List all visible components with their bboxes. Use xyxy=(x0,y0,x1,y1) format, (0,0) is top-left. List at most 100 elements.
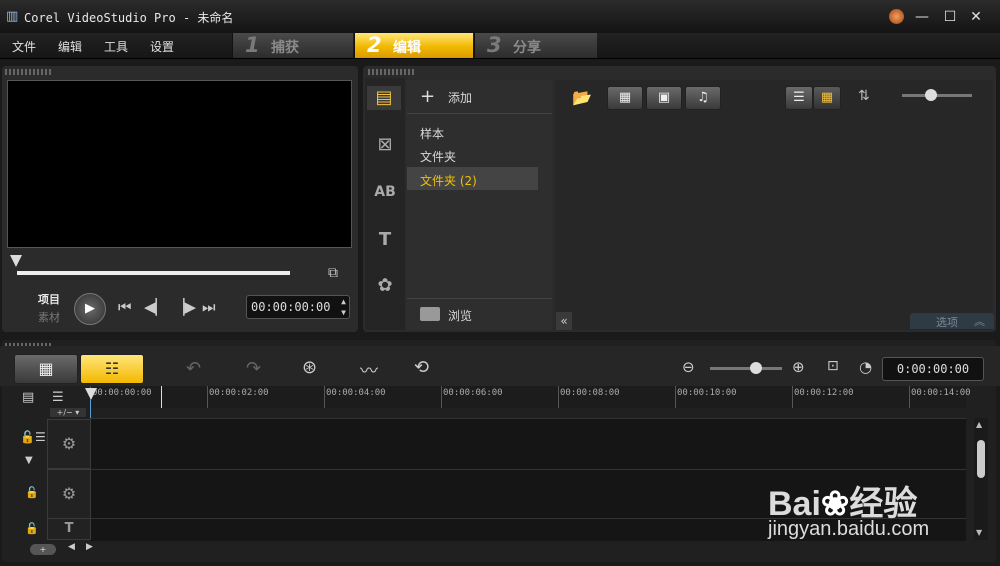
go-to-end-icon[interactable]: ⏭ xyxy=(202,298,216,316)
record-capture-icon[interactable]: ⊛ xyxy=(302,357,317,378)
next-frame-icon[interactable]: ▕▶ xyxy=(173,298,196,316)
ruler-label: 00:00:12:00 xyxy=(794,388,854,398)
filter-icon[interactable]: ✿ xyxy=(371,274,399,298)
track-manager-icon[interactable]: ▤ xyxy=(22,390,34,405)
scrollbar-thumb[interactable] xyxy=(977,440,985,478)
step-tab-edit-label: 编辑 xyxy=(393,40,421,56)
video-track-header-icon[interactable]: ⚙ xyxy=(47,419,91,469)
show-audio-button[interactable]: ♫ xyxy=(685,86,721,110)
plus-icon[interactable]: + xyxy=(420,86,435,107)
filmstrip-icon: ▦ xyxy=(618,90,632,105)
menu-edit[interactable]: 编辑 xyxy=(58,38,82,55)
orb-icon[interactable] xyxy=(886,8,906,26)
window-title: Corel VideoStudio Pro - 未命名 xyxy=(24,11,234,25)
list-view-button[interactable]: ☰ xyxy=(785,86,813,110)
show-videos-button[interactable]: ▦ xyxy=(607,86,643,110)
timecode-spinner-icon[interactable]: ▲ ▼ xyxy=(341,296,346,318)
media-icon[interactable]: ▤ xyxy=(367,86,401,110)
folder-item-folder[interactable]: 文件夹 xyxy=(420,148,456,165)
add-remove-track-button[interactable]: +/− ▾ xyxy=(50,408,86,417)
preview-timecode[interactable]: 00:00:00:00 ▲ ▼ xyxy=(246,295,350,319)
open-folder-icon[interactable]: 📂 xyxy=(572,88,592,107)
text-t-icon[interactable]: T xyxy=(371,228,399,252)
scroll-down-icon[interactable]: ▼ xyxy=(976,528,982,537)
menu-file[interactable]: 文件 xyxy=(12,38,36,55)
folder-item-folder-2[interactable]: 文件夹 (2) xyxy=(420,172,477,189)
undo-icon[interactable]: ↶ xyxy=(186,358,201,379)
enlarge-preview-icon[interactable]: ⧉ xyxy=(328,265,338,281)
auto-music-icon[interactable]: ⟲ xyxy=(414,357,429,378)
timeline-scrollbar[interactable] xyxy=(974,418,988,540)
lock-ripple-icon[interactable]: 🔓☰ xyxy=(20,430,46,444)
browse-label[interactable]: 浏览 xyxy=(448,307,472,324)
library-grip[interactable] xyxy=(368,69,414,75)
add-folder-label[interactable]: 添加 xyxy=(448,89,472,106)
lock-icon[interactable]: 🔓 xyxy=(25,522,39,535)
folder-item-samples[interactable]: 样本 xyxy=(420,125,444,142)
collapse-chevron-icon[interactable]: « xyxy=(556,312,572,330)
close-icon[interactable]: ✕ xyxy=(966,8,986,26)
preview-screen xyxy=(7,80,352,248)
play-button[interactable]: ▶ xyxy=(74,293,106,325)
maximize-icon[interactable]: ☐ xyxy=(940,8,960,26)
step-tab-edit[interactable]: 2 编辑 xyxy=(354,33,473,58)
scroll-up-icon[interactable]: ▲ xyxy=(976,420,982,429)
ruler-tick xyxy=(324,386,325,408)
scroll-left-icon[interactable]: ◀ xyxy=(68,542,75,552)
overlay-track-header-icon[interactable]: ⚙ xyxy=(47,469,91,519)
fit-project-icon[interactable]: ⊡ xyxy=(827,358,839,374)
timeline-timecode[interactable]: 0:00:00:00 xyxy=(882,357,984,381)
step-tab-share[interactable]: 3 分享 xyxy=(474,33,597,58)
redo-icon[interactable]: ↷ xyxy=(246,358,261,379)
menu-settings[interactable]: 设置 xyxy=(150,38,174,55)
zoom-slider[interactable] xyxy=(710,367,782,370)
timeline-view-button[interactable]: ☷ xyxy=(80,354,144,384)
ruler-label: 00:00:10:00 xyxy=(677,388,737,398)
sort-az-icon[interactable]: ⇅ xyxy=(858,88,870,104)
show-photos-button[interactable]: ▣ xyxy=(646,86,682,110)
minimize-icon[interactable]: — xyxy=(912,8,932,26)
ruler-tick xyxy=(441,386,442,408)
storyboard-view-button[interactable]: ▦ xyxy=(14,354,78,384)
transition-icon[interactable]: ⊠ xyxy=(371,133,399,157)
clock-icon[interactable]: ◔ xyxy=(859,358,872,376)
project-end-marker xyxy=(161,386,162,408)
ruler-tick xyxy=(675,386,676,408)
chapter-list-icon[interactable]: ☰ xyxy=(52,390,64,405)
ruler-tick xyxy=(792,386,793,408)
zoom-in-icon[interactable]: ⊕ xyxy=(792,358,805,376)
timeline-toolbar xyxy=(0,346,1000,386)
scrubber-track[interactable] xyxy=(17,271,290,275)
zoom-out-icon[interactable]: ⊖ xyxy=(682,358,695,376)
title-ab-icon[interactable]: AB xyxy=(371,180,399,204)
videostudio-logo-icon: ▥ xyxy=(6,9,19,24)
title-track-header-icon[interactable]: T xyxy=(47,518,91,540)
scrubber-handle[interactable] xyxy=(10,255,22,267)
ruler-tick xyxy=(909,386,910,408)
step-tab-capture[interactable]: 1 捕获 xyxy=(232,33,353,58)
video-track[interactable] xyxy=(90,418,966,469)
divider xyxy=(407,298,552,299)
ruler-tick xyxy=(558,386,559,408)
mode-project-label[interactable]: 项目 xyxy=(38,291,60,307)
thumbnail-view-button[interactable]: ▦ xyxy=(813,86,841,110)
zoom-slider-knob[interactable] xyxy=(750,362,762,374)
thumbnail-size-slider[interactable] xyxy=(902,94,972,97)
lock-icon[interactable]: 🔓 xyxy=(25,486,39,499)
timeline-ruler[interactable]: 00:00:00:00 00:00:02:00 00:00:04:00 00:0… xyxy=(90,386,971,408)
previous-frame-icon[interactable]: ◀▏ xyxy=(144,298,167,316)
mode-clip-label[interactable]: 素材 xyxy=(38,309,60,325)
playhead-handle[interactable] xyxy=(85,388,97,400)
menu-tools[interactable]: 工具 xyxy=(104,38,128,55)
sound-mixer-icon[interactable]: 〰 xyxy=(360,357,378,383)
options-tab[interactable]: 选项 ︽ xyxy=(910,313,994,329)
browse-icon[interactable] xyxy=(420,307,440,321)
thumbnail-size-slider-knob[interactable] xyxy=(925,89,937,101)
watermark-url: jingyan.baidu.com xyxy=(768,518,930,540)
chevron-down-icon[interactable]: ▼ xyxy=(25,455,33,466)
go-to-start-icon[interactable]: ⏮ xyxy=(118,298,132,316)
panel-grip[interactable] xyxy=(5,69,51,75)
scroll-right-icon[interactable]: ▶ xyxy=(86,542,93,552)
zoom-timeline-button[interactable]: + xyxy=(30,544,56,555)
grid-view-icon: ▦ xyxy=(820,90,834,105)
